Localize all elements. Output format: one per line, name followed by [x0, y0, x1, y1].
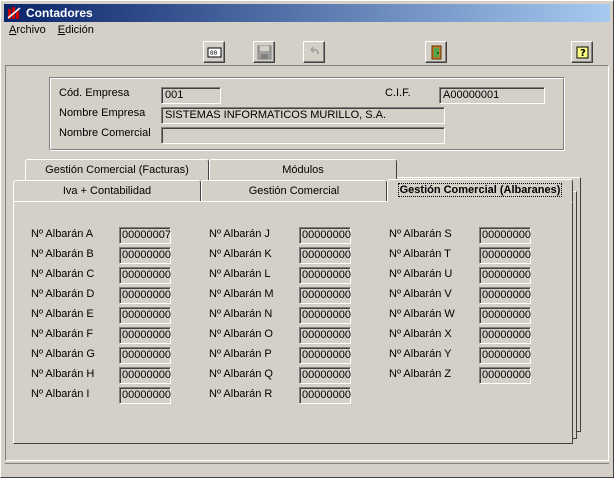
albaran-value-field[interactable]: 00000000 — [479, 227, 531, 244]
app-icon — [7, 7, 21, 19]
calculator-button[interactable]: 00 — [203, 41, 225, 63]
albaran-label: Nº Albarán U — [389, 268, 453, 280]
contadores-window: Contadores Archivo Edición 00 ? Cód. Emp… — [0, 0, 614, 478]
albaran-label: Nº Albarán E — [31, 308, 94, 320]
exit-button[interactable] — [425, 41, 447, 63]
albaran-value-field[interactable]: 00000000 — [119, 327, 171, 344]
albaran-value-field[interactable]: 00000000 — [299, 287, 351, 304]
albaran-value-field[interactable]: 00000000 — [479, 267, 531, 284]
albaran-label: Nº Albarán J — [209, 228, 270, 240]
title-bar[interactable]: Contadores — [4, 4, 610, 22]
albaran-label: Nº Albarán K — [209, 248, 272, 260]
menu-archivo[interactable]: Archivo — [4, 23, 50, 36]
tab-albaranes[interactable]: Gestión Comercial (Albaranes) — [387, 179, 573, 203]
tab-gestion-comercial[interactable]: Gestión Comercial — [201, 180, 387, 202]
albaran-label: Nº Albarán N — [209, 308, 273, 320]
nombre-empresa-label: Nombre Empresa — [59, 107, 146, 119]
albaran-label: Nº Albarán X — [389, 328, 452, 340]
albaran-label: Nº Albarán G — [31, 348, 95, 360]
help-icon: ? — [576, 46, 589, 59]
albaran-value-field[interactable]: 00000000 — [299, 367, 351, 384]
albaran-label: Nº Albarán Z — [389, 368, 452, 380]
undo-button[interactable] — [303, 41, 325, 63]
tab-albaranes-label: Gestión Comercial (Albaranes) — [397, 183, 563, 197]
codigo-empresa-field[interactable]: 001 — [161, 87, 221, 104]
save-icon — [257, 45, 272, 60]
tab-iva-contabilidad[interactable]: Iva + Contabilidad — [13, 180, 201, 202]
tab-modulos[interactable]: Módulos — [209, 159, 397, 181]
albaran-value-field[interactable]: 00000000 — [479, 247, 531, 264]
albaran-label: Nº Albarán T — [389, 248, 451, 260]
albaran-value-field[interactable]: 00000000 — [299, 247, 351, 264]
nombre-empresa-field[interactable]: SISTEMAS INFORMATICOS MURILLO, S.A. — [161, 107, 445, 124]
albaran-value-field[interactable]: 00000000 — [299, 327, 351, 344]
albaran-value-field[interactable]: 00000000 — [119, 267, 171, 284]
albaran-label: Nº Albarán I — [31, 388, 90, 400]
albaran-value-field[interactable]: 00000000 — [299, 227, 351, 244]
albaran-label: Nº Albarán F — [31, 328, 94, 340]
albaran-label: Nº Albarán M — [209, 288, 274, 300]
status-bar — [5, 463, 609, 475]
albaran-value-field[interactable]: 00000000 — [299, 307, 351, 324]
albaran-label: Nº Albarán Q — [209, 368, 273, 380]
albaran-value-field[interactable]: 00000000 — [119, 307, 171, 324]
albaran-label: Nº Albarán Y — [389, 348, 452, 360]
nombre-comercial-label: Nombre Comercial — [59, 127, 151, 139]
albaran-value-field[interactable]: 00000000 — [479, 307, 531, 324]
albaran-value-field[interactable]: 00000000 — [299, 387, 351, 404]
codigo-empresa-label: Cód. Empresa — [59, 87, 130, 99]
undo-icon — [310, 46, 319, 55]
albaran-value-field[interactable]: 00000007 — [119, 227, 171, 244]
albaran-value-field[interactable]: 00000000 — [479, 327, 531, 344]
cif-field[interactable]: A00000001 — [439, 87, 545, 104]
albaran-label: Nº Albarán R — [209, 388, 273, 400]
nombre-comercial-field[interactable] — [161, 127, 445, 144]
albaran-value-field[interactable]: 00000000 — [119, 347, 171, 364]
cif-label: C.I.F. — [385, 87, 411, 99]
albaran-label: Nº Albarán C — [31, 268, 95, 280]
albaran-label: Nº Albarán P — [209, 348, 272, 360]
help-button[interactable]: ? — [571, 41, 593, 63]
albaran-value-field[interactable]: 00000000 — [479, 347, 531, 364]
albaran-value-field[interactable]: 00000000 — [479, 287, 531, 304]
albaran-value-field[interactable]: 00000000 — [119, 387, 171, 404]
calculator-icon: 00 — [207, 47, 222, 58]
albaran-value-field[interactable]: 00000000 — [479, 367, 531, 384]
albaran-label: Nº Albarán V — [389, 288, 452, 300]
albaran-value-field[interactable]: 00000000 — [299, 267, 351, 284]
svg-text:?: ? — [580, 48, 586, 59]
albaran-label: Nº Albarán H — [31, 368, 95, 380]
save-button[interactable] — [253, 41, 275, 63]
albaran-value-field[interactable]: 00000000 — [119, 367, 171, 384]
albaran-value-field[interactable]: 00000000 — [299, 347, 351, 364]
albaran-label: Nº Albarán D — [31, 288, 95, 300]
menu-bar: Archivo Edición — [4, 23, 98, 40]
albaran-value-field[interactable]: 00000000 — [119, 287, 171, 304]
albaran-label: Nº Albarán A — [31, 228, 94, 240]
albaran-label: Nº Albarán B — [31, 248, 94, 260]
window-title: Contadores — [26, 6, 93, 20]
exit-door-icon — [431, 45, 442, 60]
albaran-label: Nº Albarán S — [389, 228, 452, 240]
albaran-label: Nº Albarán O — [209, 328, 273, 340]
albaran-value-field[interactable]: 00000000 — [119, 247, 171, 264]
svg-text:00: 00 — [210, 50, 218, 57]
albaran-label: Nº Albarán W — [389, 308, 455, 320]
tab-gestion-facturas[interactable]: Gestión Comercial (Facturas) — [25, 159, 209, 181]
albaran-label: Nº Albarán L — [209, 268, 271, 280]
menu-edicion[interactable]: Edición — [53, 23, 98, 36]
